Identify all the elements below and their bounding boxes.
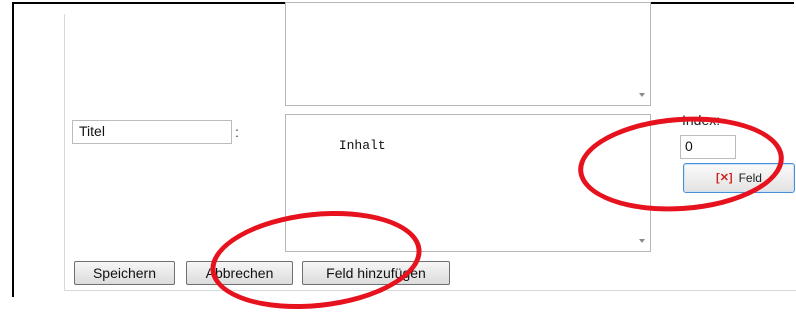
content-textarea[interactable]: Inhalt xyxy=(285,114,651,252)
remove-x-icon: [✕] xyxy=(716,171,733,184)
cancel-button[interactable]: Abbrechen xyxy=(186,261,293,285)
index-label: Index: xyxy=(682,112,721,128)
add-field-button[interactable]: Feld hinzufügen xyxy=(302,261,450,285)
remove-field-button[interactable]: [✕] Feld xyxy=(683,163,795,193)
index-input[interactable]: 0 xyxy=(680,135,736,159)
form-area: Titel : Inhalt Index: 0 [✕] Feld Speiche… xyxy=(64,2,796,291)
textarea-scrollbar[interactable] xyxy=(634,115,650,251)
previous-content-textarea[interactable] xyxy=(285,2,651,106)
textarea-scrollbar[interactable] xyxy=(634,3,650,105)
title-field[interactable]: Titel xyxy=(72,120,232,144)
field-separator: : xyxy=(235,124,239,140)
page-frame: Titel : Inhalt Index: 0 [✕] Feld Speiche… xyxy=(12,2,796,297)
scroll-up-icon[interactable] xyxy=(639,122,645,126)
content-textarea-text: Inhalt xyxy=(338,138,386,153)
save-button[interactable]: Speichern xyxy=(74,261,175,285)
scroll-down-icon[interactable] xyxy=(639,239,645,243)
scroll-down-icon[interactable] xyxy=(639,93,645,97)
remove-field-label: Feld xyxy=(738,171,762,185)
